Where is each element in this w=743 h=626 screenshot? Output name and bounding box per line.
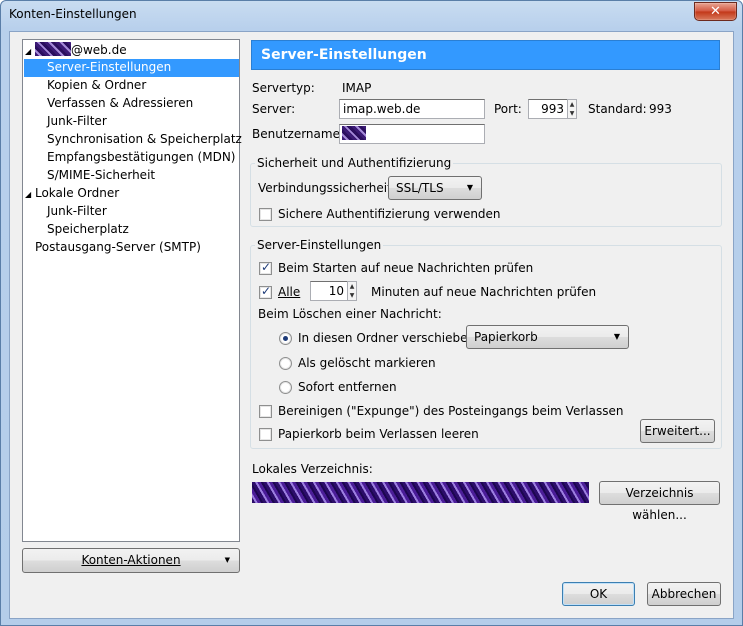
username-label: Benutzername: (252, 127, 345, 141)
dropdown-arrow-icon: ▼ (224, 556, 230, 564)
check-every-checkbox[interactable] (259, 284, 272, 299)
tree-item-local-folders[interactable]: ◢ Lokale Ordner (25, 185, 119, 203)
on-delete-label: Beim Löschen einer Nachricht: (258, 307, 442, 321)
tree-item-local-junk[interactable]: Junk-Filter (47, 203, 107, 221)
collapse-arrow-icon[interactable]: ◢ (25, 47, 31, 56)
tree-item-composition[interactable]: Verfassen & Adressieren (47, 95, 193, 113)
tree-item-smime[interactable]: S/MIME-Sicherheit (47, 167, 155, 185)
secure-auth-label: Sichere Authentifizierung verwenden (278, 207, 501, 221)
server-type-label: Servertyp: (252, 81, 315, 95)
tree-item-local-storage[interactable]: Speicherplatz (47, 221, 129, 239)
mark-deleted-label: Als gelöscht markieren (298, 356, 436, 370)
tree-item-smtp[interactable]: Postausgang-Server (SMTP) (35, 239, 201, 257)
move-to-folder-label: In diesen Ordner verschieben: (298, 331, 480, 345)
connection-security-value: SSL/TLS (396, 181, 444, 195)
dropdown-arrow-icon: ▼ (613, 332, 620, 341)
tree-item-server-settings[interactable]: Server-Einstellungen (24, 59, 239, 77)
choose-directory-button[interactable]: Verzeichnis wählen... (599, 481, 720, 522)
dialog-window: Konten-Einstellungen ✕ ◢ @web.de Server-… (0, 0, 743, 626)
minutes-stepper[interactable]: ▲ ▼ (347, 281, 357, 301)
advanced-button[interactable]: Erweitert... (640, 419, 715, 443)
local-directory-label: Lokales Verzeichnis: (252, 462, 373, 476)
minutes-input[interactable]: 10 (310, 281, 348, 301)
redacted-username (342, 126, 366, 140)
trash-folder-value: Papierkorb (474, 330, 538, 344)
security-group-title: Sicherheit und Authentifizierung (255, 156, 454, 170)
window-title: Konten-Einstellungen (9, 7, 137, 21)
port-input[interactable]: 993 (528, 99, 568, 119)
secure-auth-checkbox[interactable] (259, 208, 272, 221)
account-actions-button[interactable]: Konten-Aktionen ▼ (22, 548, 240, 573)
expunge-label: Bereinigen ("Expunge") des Posteingangs … (278, 404, 624, 418)
page-title: Server-Einstellungen (251, 40, 720, 70)
cancel-button[interactable]: Abbrechen (647, 582, 721, 606)
port-stepper[interactable]: ▲ ▼ (567, 99, 577, 119)
minutes-label: Minuten auf neue Nachrichten prüfen (371, 285, 597, 299)
tree-item-copies[interactable]: Kopien & Ordner (47, 77, 146, 95)
account-tree[interactable]: ◢ @web.de Server-Einstellungen Kopien & … (22, 39, 242, 542)
tree-item-junk[interactable]: Junk-Filter (47, 113, 107, 131)
trash-folder-select[interactable]: Papierkorb ▼ (466, 325, 629, 349)
move-to-folder-radio[interactable] (279, 332, 292, 345)
port-label: Port: (494, 102, 522, 116)
connection-security-select[interactable]: SSL/TLS ▼ (388, 176, 482, 200)
server-settings-group-title: Server-Einstellungen (255, 238, 384, 252)
tree-item-mdn[interactable]: Empfangsbestätigungen (MDN) (47, 149, 235, 167)
dialog-client: ◢ @web.de Server-Einstellungen Kopien & … (9, 31, 734, 619)
delete-immediately-label: Sofort entfernen (298, 380, 397, 394)
close-icon: ✕ (710, 4, 721, 19)
delete-immediately-radio[interactable] (279, 381, 292, 394)
redacted-local-directory (252, 482, 589, 503)
empty-trash-label: Papierkorb beim Verlassen leeren (278, 427, 479, 441)
ok-button[interactable]: OK (562, 582, 635, 606)
standard-value: 993 (649, 102, 672, 116)
account-suffix: @web.de (70, 43, 127, 57)
collapse-arrow-icon[interactable]: ◢ (25, 190, 31, 199)
server-input[interactable]: imap.web.de (339, 99, 485, 119)
account-actions-label: Konten-Aktionen (81, 553, 181, 567)
expunge-checkbox[interactable] (259, 405, 272, 418)
dropdown-arrow-icon: ▼ (466, 183, 473, 192)
redacted-account-name (34, 42, 71, 56)
check-on-start-label: Beim Starten auf neue Nachrichten prüfen (278, 261, 534, 275)
title-bar[interactable]: Konten-Einstellungen ✕ (1, 1, 742, 31)
mark-deleted-radio[interactable] (279, 357, 292, 370)
close-button[interactable]: ✕ (694, 2, 737, 21)
server-label: Server: (252, 102, 296, 116)
standard-label: Standard: (588, 102, 647, 116)
connection-security-label: Verbindungssicherheit: (258, 181, 396, 195)
tree-item-account[interactable]: ◢ @web.de (25, 42, 127, 60)
local-folders-label: Lokale Ordner (34, 186, 120, 200)
check-on-start-checkbox[interactable] (259, 260, 272, 275)
empty-trash-checkbox[interactable] (259, 428, 272, 441)
tree-item-sync[interactable]: Synchronisation & Speicherplatz (47, 131, 242, 149)
server-type-value: IMAP (342, 81, 372, 95)
check-every-label: Alle (278, 285, 301, 299)
